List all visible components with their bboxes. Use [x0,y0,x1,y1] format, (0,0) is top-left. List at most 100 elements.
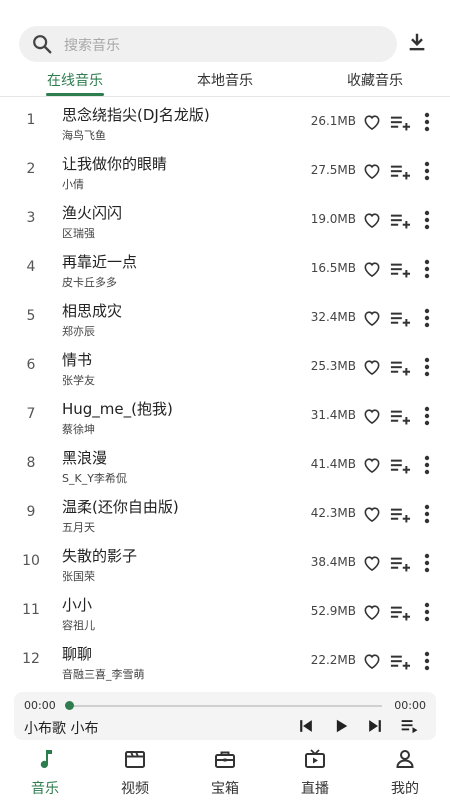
song-row[interactable]: 4 再靠近一点 皮卡丘多多 16.5MB [0,245,450,294]
progress-knob[interactable] [65,701,74,710]
play-icon[interactable] [331,716,351,736]
search-bar[interactable]: 搜索音乐 [19,26,397,62]
tv-icon [303,747,327,771]
song-index: 6 [26,357,36,373]
add-to-playlist-icon[interactable] [389,652,411,672]
song-row[interactable]: 5 相思成灾 郑亦辰 32.4MB [0,294,450,343]
current-time: 00:00 [24,699,56,712]
favorite-heart-icon[interactable] [362,259,382,279]
nav-music[interactable]: 音乐 [0,742,90,800]
more-options-icon[interactable] [420,650,434,672]
song-row[interactable]: 6 情书 张学友 25.3MB [0,343,450,392]
favorite-heart-icon[interactable] [362,651,382,671]
more-options-icon[interactable] [420,258,434,280]
more-options-icon[interactable] [420,111,434,133]
song-title: 失散的影子 [62,547,138,565]
song-title: 再靠近一点 [62,253,138,271]
add-to-playlist-icon[interactable] [389,505,411,525]
favorite-heart-icon[interactable] [362,112,382,132]
song-row[interactable]: 1 思念绕指尖(DJ名龙版) 海鸟飞鱼 26.1MB [0,98,450,147]
song-title: 黑浪漫 [62,449,108,467]
song-row[interactable]: 3 渔火闪闪 区瑞强 19.0MB [0,196,450,245]
music-note-icon [33,747,57,771]
song-size: 31.4MB [310,408,356,422]
song-title: 思念绕指尖(DJ名龙版) [62,106,210,124]
more-options-icon[interactable] [420,307,434,329]
more-options-icon[interactable] [420,405,434,427]
add-to-playlist-icon[interactable] [389,260,411,280]
previous-icon[interactable] [296,716,316,736]
song-row[interactable]: 7 Hug_me_(抱我) 蔡徐坤 31.4MB [0,392,450,441]
status-bar [0,0,450,18]
favorite-heart-icon[interactable] [362,602,382,622]
nav-video[interactable]: 视频 [90,742,180,800]
song-row[interactable]: 11 小小 容祖儿 52.9MB [0,588,450,637]
favorite-heart-icon[interactable] [362,357,382,377]
song-title: 温柔(还你自由版) [62,498,179,516]
more-options-icon[interactable] [420,209,434,231]
favorite-heart-icon[interactable] [362,406,382,426]
nav-mine-label: 我的 [391,781,419,797]
song-list: 1 思念绕指尖(DJ名龙版) 海鸟飞鱼 26.1MB 2 让我做你的眼睛 小倩 … [0,98,450,686]
tab-local-music[interactable]: 本地音乐 [192,70,258,96]
person-icon [393,747,417,771]
nav-video-label: 视频 [121,781,149,797]
favorite-heart-icon[interactable] [362,504,382,524]
add-to-playlist-icon[interactable] [389,309,411,329]
next-icon[interactable] [365,716,385,736]
mini-player[interactable]: 00:00 00:00 小布歌 小布 [14,692,436,740]
song-artist: 音融三喜_李雪萌 [62,668,145,681]
song-artist: 海鸟飞鱼 [62,129,106,142]
song-index: 10 [22,553,40,569]
more-options-icon[interactable] [420,552,434,574]
more-options-icon[interactable] [420,601,434,623]
add-to-playlist-icon[interactable] [389,554,411,574]
song-index: 7 [26,406,36,422]
nav-live[interactable]: 直播 [270,742,360,800]
favorite-heart-icon[interactable] [362,161,382,181]
playlist-queue-icon[interactable] [400,716,420,736]
more-options-icon[interactable] [420,160,434,182]
add-to-playlist-icon[interactable] [389,456,411,476]
song-index: 2 [26,161,36,177]
add-to-playlist-icon[interactable] [389,211,411,231]
song-size: 26.1MB [310,114,356,128]
song-artist: 张国荣 [62,570,95,583]
progress-track[interactable] [68,705,382,707]
favorite-heart-icon[interactable] [362,308,382,328]
add-to-playlist-icon[interactable] [389,358,411,378]
song-row[interactable]: 2 让我做你的眼睛 小倩 27.5MB [0,147,450,196]
song-row[interactable]: 10 失散的影子 张国荣 38.4MB [0,539,450,588]
add-to-playlist-icon[interactable] [389,113,411,133]
nav-mine[interactable]: 我的 [360,742,450,800]
tab-favorite-music[interactable]: 收藏音乐 [342,70,408,96]
more-options-icon[interactable] [420,356,434,378]
favorite-heart-icon[interactable] [362,553,382,573]
search-placeholder: 搜索音乐 [64,38,120,54]
more-options-icon[interactable] [420,454,434,476]
nav-treasure-label: 宝箱 [211,781,239,797]
song-artist: 容祖儿 [62,619,95,632]
song-title: 相思成灾 [62,302,123,320]
add-to-playlist-icon[interactable] [389,407,411,427]
tab-online-music[interactable]: 在线音乐 [42,70,108,96]
bottom-navigation: 音乐 视频 宝箱 直播 我的 [0,742,450,800]
song-row[interactable]: 9 温柔(还你自由版) 五月天 42.3MB [0,490,450,539]
song-index: 8 [26,455,36,471]
favorite-heart-icon[interactable] [362,210,382,230]
song-row[interactable]: 8 黑浪漫 S_K_Y李希侃 41.4MB [0,441,450,490]
more-options-icon[interactable] [420,503,434,525]
song-size: 25.3MB [310,359,356,373]
add-to-playlist-icon[interactable] [389,603,411,623]
song-size: 42.3MB [310,506,356,520]
add-to-playlist-icon[interactable] [389,162,411,182]
song-size: 38.4MB [310,555,356,569]
song-size: 27.5MB [310,163,356,177]
song-index: 5 [26,308,36,324]
song-artist: 小倩 [62,178,84,191]
song-row[interactable]: 12 聊聊 音融三喜_李雪萌 22.2MB [0,637,450,686]
favorite-heart-icon[interactable] [362,455,382,475]
nav-treasure[interactable]: 宝箱 [180,742,270,800]
film-clapper-icon [123,747,147,771]
download-button[interactable] [403,30,431,58]
